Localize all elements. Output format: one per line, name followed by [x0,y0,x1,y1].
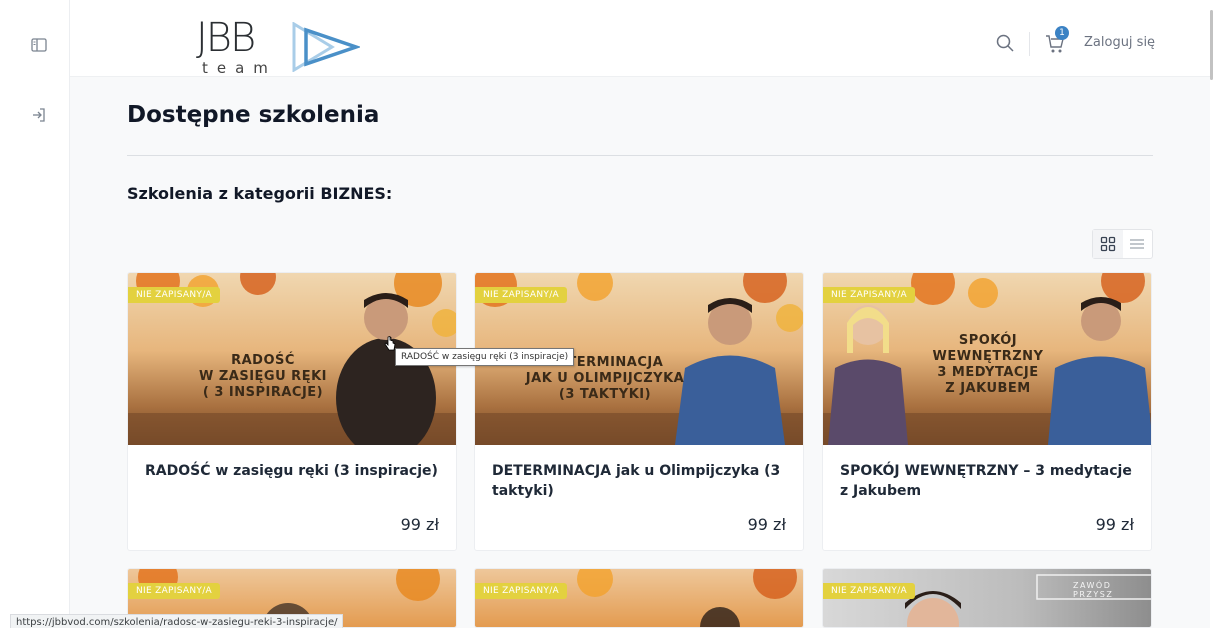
status-bar-url: https://jbbvod.com/szkolenia/radosc-w-za… [10,614,344,628]
header-separator [1029,32,1030,56]
course-card[interactable]: NIE ZAPISANY/A [474,568,804,628]
cart-count-badge: 1 [1055,26,1069,40]
course-card[interactable]: SPOKÓJ WEWNĘTRZNY 3 MEDYTACJE Z JAKUBEM … [822,272,1152,551]
course-card[interactable]: DETERMINACJA JAK U OLIMPIJCZYKA (3 TAKTY… [474,272,804,551]
enrollment-badge: NIE ZAPISANY/A [823,583,915,599]
caption-line: RADOŚĆ [231,353,295,368]
thumbnail-text: ZAWÓD PRZYSZ [1073,581,1114,599]
logo-text: JBB [196,15,256,61]
caption-line: Z JAKUBEM [945,381,1031,396]
cart-button[interactable]: 1 [1045,26,1069,56]
sidebar [0,0,70,628]
thumbnail-caption: RADOŚĆ W ZASIĘGU RĘKI ( 3 INSPIRACJE) [188,353,338,401]
enrollment-badge: NIE ZAPISANY/A [475,583,567,599]
category-title: Szkolenia z kategorii BIZNES: [127,184,393,203]
main-content: Dostępne szkolenia Szkolenia z kategorii… [70,77,1210,628]
sidebar-toggle-icon[interactable] [28,34,50,56]
caption-line: (3 TAKTYKI) [558,387,652,402]
course-card[interactable]: RADOŚĆ W ZASIĘGU RĘKI ( 3 INSPIRACJE) NI… [127,272,457,551]
course-price: 99 zł [400,515,439,534]
caption-line: JAK U OLIMPIJCZYKA [525,371,685,386]
course-price: 99 zł [1095,515,1134,534]
caption-line: ( 3 INSPIRACJE) [202,385,324,400]
enrollment-badge: NIE ZAPISANY/A [128,287,220,303]
top-header: JBB team 1 Zaloguj się [70,10,1210,77]
enrollment-badge: NIE ZAPISANY/A [823,287,915,303]
view-toggle [1092,229,1153,259]
title-divider [127,155,1153,156]
course-title[interactable]: SPOKÓJ WEWNĘTRZNY – 3 medytacje z Jakube… [840,461,1140,501]
course-thumbnail: ZAWÓD PRZYSZ NIE ZAPISANY/A [823,569,1151,627]
course-title[interactable]: DETERMINACJA jak u Olimpijczyka (3 takty… [492,461,792,501]
logo-subtext: team [202,59,277,77]
title-tooltip: RADOŚĆ w zasięgu ręki (3 inspiracje) [395,348,575,366]
search-icon[interactable] [995,33,1017,55]
login-icon[interactable] [28,104,50,126]
enrollment-badge: NIE ZAPISANY/A [128,583,220,599]
list-view-icon[interactable] [1123,230,1153,258]
course-thumbnail: SPOKÓJ WEWNĘTRZNY 3 MEDYTACJE Z JAKUBEM … [823,273,1151,445]
hand-cursor-icon [384,336,396,351]
jbb-logo[interactable]: JBB team [196,15,366,77]
caption-line: WEWNĘTRZNY [932,349,1044,364]
grid-view-icon[interactable] [1093,230,1123,258]
login-link[interactable]: Zaloguj się [1084,35,1155,50]
play-arrow-logo-icon [292,22,360,72]
caption-line: W ZASIĘGU RĘKI [199,369,327,384]
enrollment-badge: NIE ZAPISANY/A [475,287,567,303]
caption-line: 3 MEDYTACJE [937,365,1039,380]
thumbnail-caption: SPOKÓJ WEWNĘTRZNY 3 MEDYTACJE Z JAKUBEM [918,333,1058,397]
course-card[interactable]: ZAWÓD PRZYSZ NIE ZAPISANY/A [822,568,1152,628]
caption-line: SPOKÓJ [958,333,1018,348]
course-title[interactable]: RADOŚĆ w zasięgu ręki (3 inspiracje) [145,461,445,481]
course-price: 99 zł [747,515,786,534]
course-thumbnail: NIE ZAPISANY/A [475,569,803,627]
page-title: Dostępne szkolenia [127,102,380,128]
